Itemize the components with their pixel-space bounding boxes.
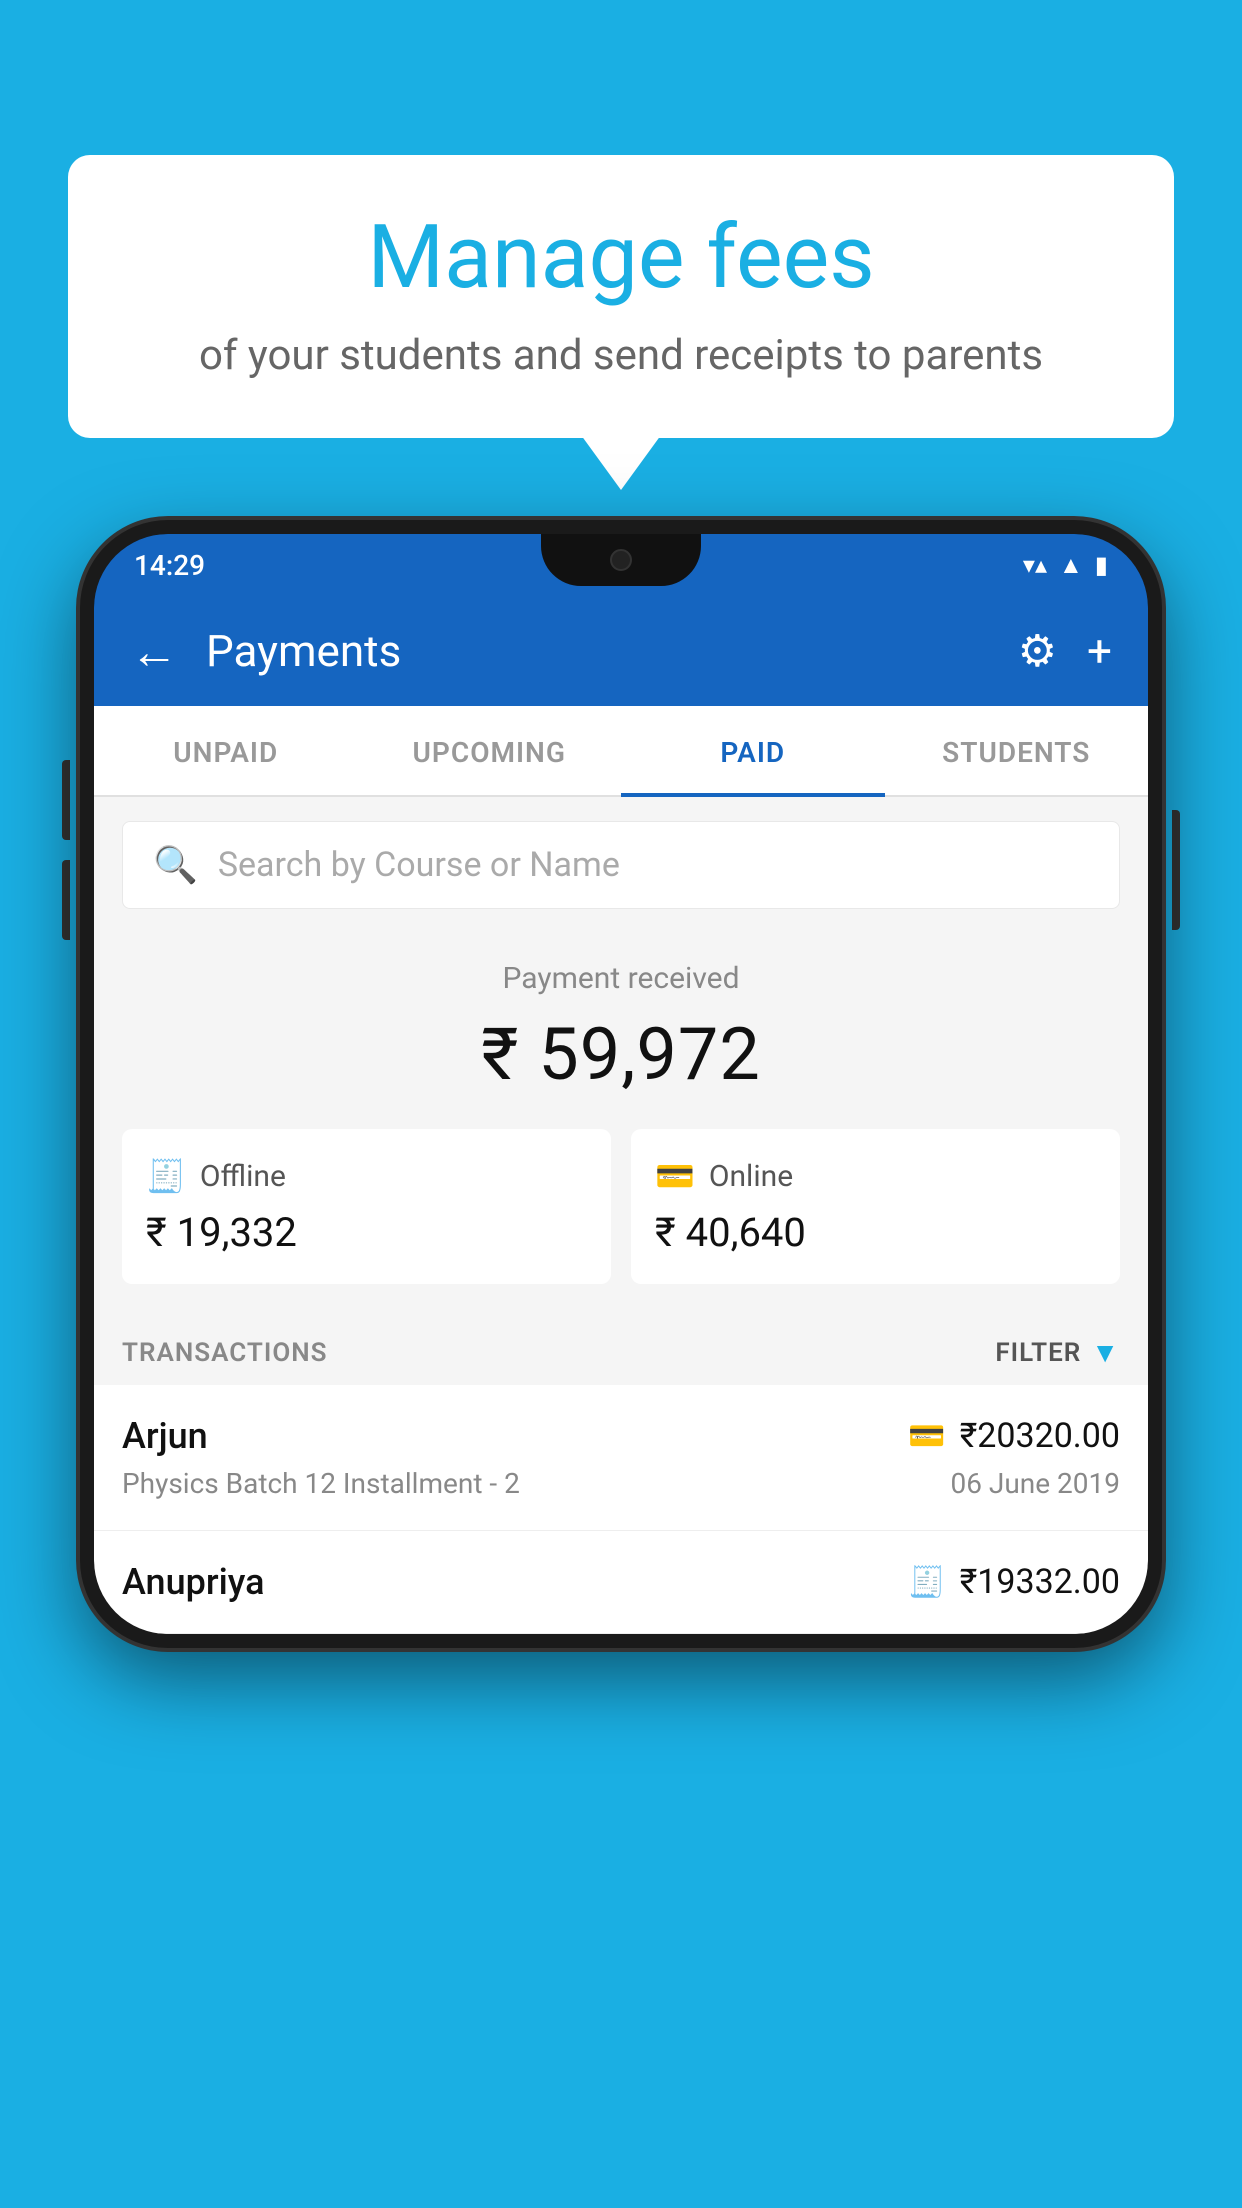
filter-icon: ▼ bbox=[1091, 1336, 1120, 1369]
transaction-name-2: Anupriya bbox=[122, 1561, 265, 1603]
speech-bubble-container: Manage fees of your students and send re… bbox=[68, 155, 1174, 438]
app-bar-title: Payments bbox=[206, 625, 1018, 677]
online-card: 💳 Online ₹ 40,640 bbox=[631, 1129, 1120, 1284]
search-placeholder: Search by Course or Name bbox=[218, 845, 620, 885]
status-icons: ▾▴ ▲ ▮ bbox=[1023, 551, 1108, 580]
power-button bbox=[1172, 810, 1180, 930]
transaction-amount-1: ₹20320.00 bbox=[960, 1416, 1120, 1456]
offline-label: Offline bbox=[200, 1159, 286, 1194]
payment-cards: 🧾 Offline ₹ 19,332 💳 Online ₹ 40,640 bbox=[94, 1129, 1148, 1316]
offline-card: 🧾 Offline ₹ 19,332 bbox=[122, 1129, 611, 1284]
transaction-course-1: Physics Batch 12 Installment - 2 bbox=[122, 1467, 520, 1500]
back-button[interactable]: ← bbox=[130, 623, 178, 680]
status-time: 14:29 bbox=[134, 549, 205, 582]
filter-label: FILTER bbox=[995, 1338, 1081, 1368]
tab-paid[interactable]: PAID bbox=[621, 706, 885, 795]
online-label: Online bbox=[709, 1159, 793, 1194]
offline-amount: ₹ 19,332 bbox=[146, 1209, 587, 1256]
transactions-label: TRANSACTIONS bbox=[122, 1338, 328, 1368]
bubble-title: Manage fees bbox=[128, 210, 1114, 307]
transaction-date-1: 06 June 2019 bbox=[950, 1467, 1120, 1500]
online-card-header: 💳 Online bbox=[655, 1157, 1096, 1195]
camera bbox=[610, 549, 632, 571]
search-icon: 🔍 bbox=[153, 844, 198, 886]
notch bbox=[541, 534, 701, 586]
phone: 14:29 ▾▴ ▲ ▮ ← Payments ⚙ + bbox=[80, 520, 1162, 1648]
table-row[interactable]: Anupriya 🧾 ₹19332.00 bbox=[94, 1531, 1148, 1634]
transaction-name-1: Arjun bbox=[122, 1415, 208, 1457]
tab-unpaid[interactable]: UNPAID bbox=[94, 706, 358, 795]
phone-container: 14:29 ▾▴ ▲ ▮ ← Payments ⚙ + bbox=[80, 520, 1162, 1648]
bubble-subtitle: of your students and send receipts to pa… bbox=[128, 329, 1114, 384]
filter-button[interactable]: FILTER ▼ bbox=[995, 1336, 1120, 1369]
transaction-amount-wrap-1: 💳 ₹20320.00 bbox=[908, 1416, 1120, 1456]
transaction-amount-wrap-2: 🧾 ₹19332.00 bbox=[908, 1562, 1120, 1602]
tab-upcoming[interactable]: UPCOMING bbox=[358, 706, 622, 795]
add-icon[interactable]: + bbox=[1087, 625, 1112, 677]
transaction-amount-2: ₹19332.00 bbox=[960, 1562, 1120, 1602]
app-bar: ← Payments ⚙ + bbox=[94, 596, 1148, 706]
offline-card-header: 🧾 Offline bbox=[146, 1157, 587, 1195]
online-payment-icon-1: 💳 bbox=[908, 1419, 945, 1454]
wifi-icon: ▾▴ bbox=[1023, 551, 1047, 579]
search-container: 🔍 Search by Course or Name bbox=[94, 797, 1148, 933]
phone-screen: 14:29 ▾▴ ▲ ▮ ← Payments ⚙ + bbox=[94, 534, 1148, 1634]
online-amount: ₹ 40,640 bbox=[655, 1209, 1096, 1256]
signal-icon: ▲ bbox=[1059, 551, 1083, 580]
volume-up-button bbox=[62, 760, 70, 840]
offline-payment-icon-2: 🧾 bbox=[908, 1565, 945, 1600]
payment-summary: Payment received ₹ 59,972 bbox=[94, 933, 1148, 1129]
speech-bubble: Manage fees of your students and send re… bbox=[68, 155, 1174, 438]
payment-total-amount: ₹ 59,972 bbox=[122, 1012, 1120, 1097]
tab-students[interactable]: STUDENTS bbox=[885, 706, 1149, 795]
payment-received-label: Payment received bbox=[122, 961, 1120, 996]
table-row[interactable]: Arjun 💳 ₹20320.00 Physics Batch 12 Insta… bbox=[94, 1385, 1148, 1531]
tabs: UNPAID UPCOMING PAID STUDENTS bbox=[94, 706, 1148, 797]
volume-down-button bbox=[62, 860, 70, 940]
transaction-bottom-1: Physics Batch 12 Installment - 2 06 June… bbox=[122, 1467, 1120, 1500]
transaction-top-1: Arjun 💳 ₹20320.00 bbox=[122, 1415, 1120, 1457]
settings-icon[interactable]: ⚙ bbox=[1018, 625, 1057, 677]
search-bar[interactable]: 🔍 Search by Course or Name bbox=[122, 821, 1120, 909]
app-bar-actions: ⚙ + bbox=[1018, 625, 1112, 677]
phone-wrapper: 14:29 ▾▴ ▲ ▮ ← Payments ⚙ + bbox=[80, 520, 1162, 1648]
battery-icon: ▮ bbox=[1095, 551, 1108, 579]
transactions-header: TRANSACTIONS FILTER ▼ bbox=[94, 1316, 1148, 1385]
offline-icon: 🧾 bbox=[146, 1157, 186, 1195]
transaction-top-2: Anupriya 🧾 ₹19332.00 bbox=[122, 1561, 1120, 1603]
online-icon: 💳 bbox=[655, 1157, 695, 1195]
